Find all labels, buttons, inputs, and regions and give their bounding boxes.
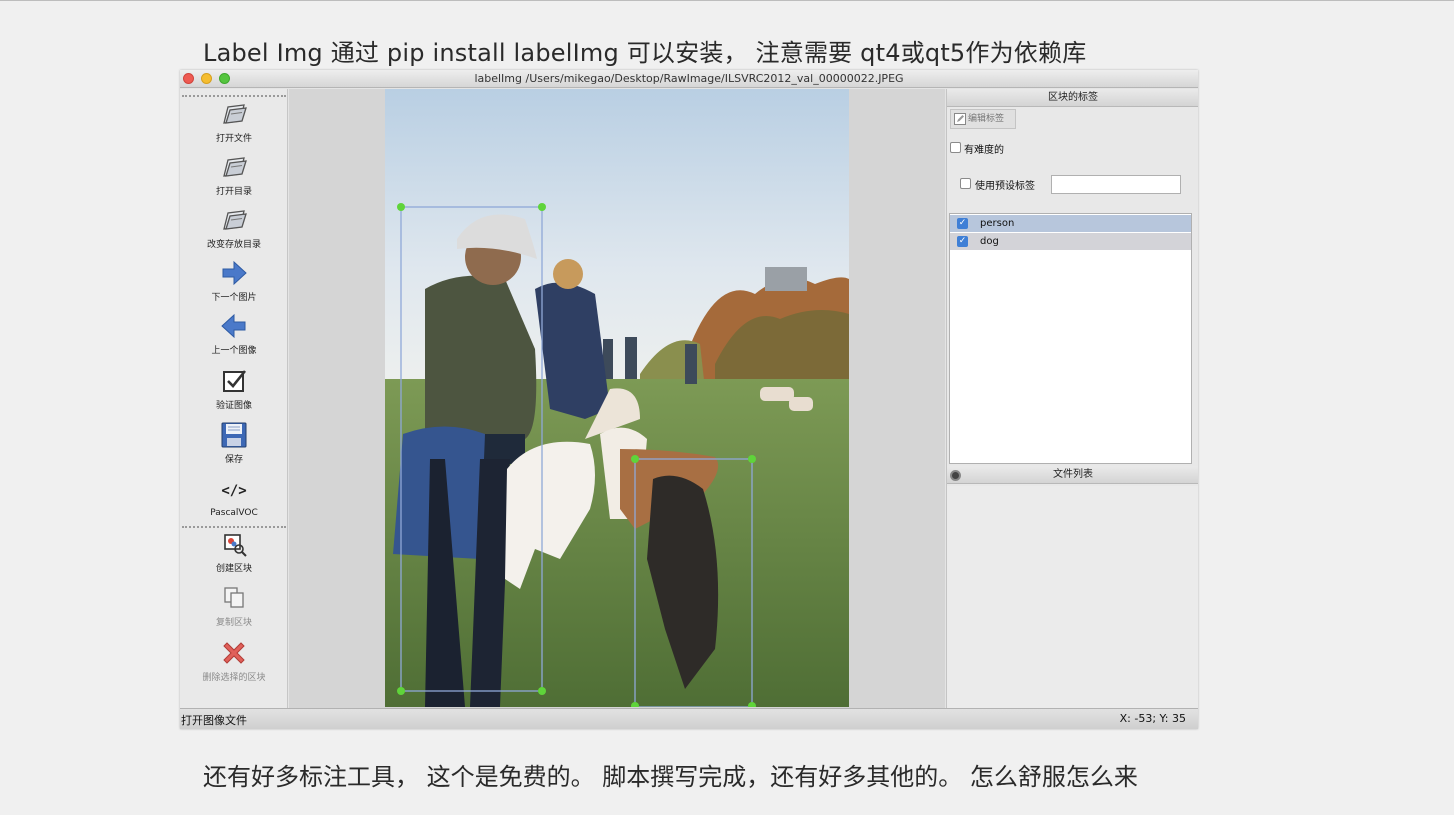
status-bar: 打开图像文件 X: -53; Y: 35 (180, 708, 1198, 729)
file-list-dock-title: 文件列表 (947, 466, 1198, 484)
edit-label-text: 编辑标签 (968, 114, 1005, 124)
check-icon[interactable]: ✓ (957, 218, 968, 229)
tool-label: 验证图像 (215, 401, 252, 411)
label-item-text: dog (980, 236, 999, 247)
verify-image-button[interactable]: 验证图像 (180, 366, 288, 411)
create-box-icon (224, 534, 247, 557)
tool-label: 创建区块 (215, 564, 252, 574)
tool-label: 上一个图像 (211, 346, 257, 356)
edit-pencil-icon (954, 113, 966, 125)
tool-label: PascalVOC (210, 508, 258, 518)
title-bar: labelImg /Users/mikegao/Desktop/RawImage… (180, 70, 1198, 88)
prev-image-button[interactable]: 上一个图像 (180, 311, 288, 356)
format-pascalvoc-button[interactable]: </> PascalVOC (180, 476, 288, 518)
left-toolbar: 打开文件 打开目录 改变存放目录 下一个图片 上一个图像 验证图像 保存 </>… (180, 89, 288, 721)
label-list[interactable]: ✓ person ✓ dog (949, 213, 1192, 464)
use-default-label-text: 使用预设标签 (975, 181, 1035, 192)
toolbar-separator (182, 526, 286, 528)
label-item-dog[interactable]: ✓ dog (950, 233, 1191, 250)
top-divider (0, 0, 1454, 1)
folder-open-icon (223, 210, 247, 230)
status-message: 打开图像文件 (181, 714, 247, 727)
label-item-text: person (980, 218, 1015, 229)
arrow-left-icon (221, 313, 246, 339)
slide-heading: Label Img 通过 pip install labelImg 可以安装， … (203, 39, 1087, 67)
save-button[interactable]: 保存 (180, 420, 288, 465)
use-default-label-checkbox[interactable] (960, 178, 971, 189)
labelimg-window: labelImg /Users/mikegao/Desktop/RawImage… (180, 70, 1198, 729)
cursor-coordinates: X: -53; Y: 35 (1119, 712, 1186, 725)
label-item-person[interactable]: ✓ person (950, 215, 1191, 232)
image-canvas[interactable] (289, 89, 945, 708)
folder-open-icon (223, 104, 247, 124)
change-save-dir-button[interactable]: 改变存放目录 (180, 205, 288, 250)
box-labels-dock-title: 区块的标签 (947, 89, 1198, 107)
right-panel: 区块的标签 编辑标签 有难度的 使用预设标签 ✓ person ✓ dog 文件… (946, 89, 1198, 708)
folder-open-icon (223, 157, 247, 177)
window-title: labelImg /Users/mikegao/Desktop/RawImage… (474, 72, 904, 85)
slide-caption: 还有好多标注工具， 这个是免费的。 脚本撰写完成，还有好多其他的。 怎么舒服怎么… (203, 763, 1138, 791)
copy-icon (224, 587, 244, 608)
open-dir-button[interactable]: 打开目录 (180, 152, 288, 197)
checkbox-icon (223, 370, 247, 392)
delete-x-icon (223, 642, 245, 664)
file-list-title: 文件列表 (1053, 469, 1093, 480)
difficult-checkbox[interactable] (950, 142, 961, 153)
default-label-input[interactable] (1051, 175, 1181, 194)
delete-box-button[interactable]: 删除选择的区块 (180, 638, 288, 683)
annotated-photo (385, 89, 849, 707)
tool-label: 保存 (224, 455, 243, 465)
tool-label: 打开文件 (215, 134, 252, 144)
edit-label-button[interactable]: 编辑标签 (950, 109, 1016, 129)
file-list[interactable] (947, 486, 1198, 708)
tool-label: 复制区块 (215, 618, 252, 628)
difficult-label: 有难度的 (964, 145, 1004, 156)
dock-float-icon[interactable] (950, 470, 961, 481)
create-box-button[interactable]: 创建区块 (180, 529, 288, 574)
tool-label: 打开目录 (215, 187, 252, 197)
tool-label: 删除选择的区块 (202, 673, 266, 683)
next-image-button[interactable]: 下一个图片 (180, 258, 288, 303)
toolbar-grip[interactable] (182, 95, 286, 97)
tool-label: 改变存放目录 (206, 240, 261, 250)
floppy-disk-icon (221, 422, 247, 448)
arrow-right-icon (222, 260, 247, 286)
copy-box-button[interactable]: 复制区块 (180, 583, 288, 628)
open-file-button[interactable]: 打开文件 (180, 99, 288, 144)
code-icon: </> (221, 483, 247, 499)
check-icon[interactable]: ✓ (957, 236, 968, 247)
tool-label: 下一个图片 (211, 293, 257, 303)
